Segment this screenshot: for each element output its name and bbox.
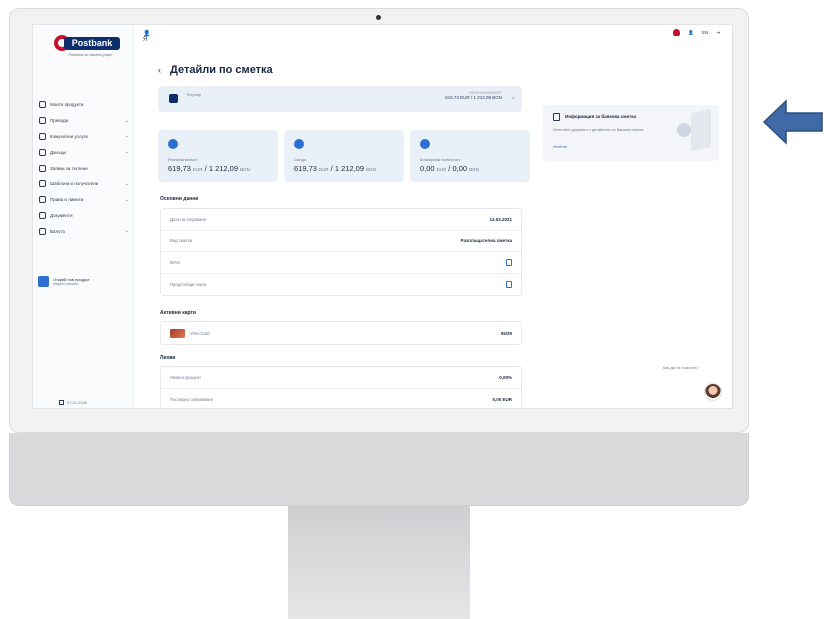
profile-icon[interactable]: 👤 (688, 30, 694, 36)
templates-icon (39, 180, 46, 188)
promo-new-product[interactable]: Открий нов продукт Изцяло онлайн (38, 271, 126, 291)
withdraw-icon (39, 164, 46, 172)
monitor-stand (288, 506, 470, 619)
page-title: Детайли по сметка (170, 64, 273, 76)
table-row[interactable]: Предстоящи такси (161, 274, 521, 296)
balance-icon (294, 139, 304, 149)
logout-icon[interactable]: ⇥ (716, 30, 720, 36)
table-row: Последно олихвяване 0,00 EUR (170, 396, 512, 402)
chat-prompt[interactable]: Как да ти помогна? (663, 365, 699, 370)
currency-icon (39, 227, 46, 235)
chevron-down-icon[interactable]: ⌄ (511, 94, 516, 101)
balance-card-blocked: Блокирана наличност 0,00 EUR / 0,00 BGN (410, 130, 530, 182)
documents-icon (39, 211, 46, 219)
download-link[interactable]: Изтегли (553, 145, 567, 149)
products-icon (39, 101, 46, 109)
card-icon (170, 328, 185, 338)
basic-data-table: Дата на откриване 12.03.2021 Вид сметка Ра… (160, 208, 522, 296)
pointer-arrow-icon (762, 99, 823, 145)
balance-cards: Разполагаемост 619,73 EUR / 1 212,09 BGN… (158, 130, 530, 182)
table-row: Вид сметка Разплащателна сметка (161, 231, 521, 252)
monitor-chin (9, 433, 749, 506)
balance-card-balance: Салдо 619,73 EUR / 1 212,09 BGN (284, 130, 404, 182)
sidebar-nav: Моите продукти Преводи ⌄ Комунални услуги… (39, 97, 131, 239)
card-item[interactable]: VISA Card 05/29 (161, 322, 521, 344)
sidebar-item-transfers[interactable]: Преводи ⌄ (39, 113, 131, 129)
table-row: Лихвен процент 0,00% (161, 367, 521, 389)
account-icon (169, 94, 178, 103)
page-header: ‹ Детайли по сметка (158, 64, 273, 76)
document-icon (553, 113, 560, 121)
brand-name: Postbank (64, 37, 120, 50)
account-available: РАЗПОЛАГАЕМОСТ 619,73 EUR / 1 212,09 BGN (445, 91, 502, 100)
table-row: IBAN (161, 252, 521, 274)
chevron-down-icon: ⌄ (124, 117, 129, 124)
topbar: 👤 Я 👤 EN ⇥ (134, 25, 732, 43)
chevron-down-icon: ⌄ (124, 133, 129, 140)
transfer-icon (39, 117, 46, 125)
chevron-down-icon: ⌄ (124, 149, 129, 156)
date-chip: 07.01.2026 (59, 400, 87, 405)
topbar-actions: 👤 EN ⇥ (673, 29, 720, 36)
chevron-down-icon: ⌄ (124, 196, 129, 203)
account-selector[interactable]: Титуляр РАЗПОЛАГАЕМОСТ 619,73 EUR / 1 21… (158, 86, 522, 112)
chat-avatar[interactable] (704, 383, 722, 401)
rights-icon (39, 196, 46, 204)
promo-subtitle: Изцяло онлайн (53, 281, 78, 286)
camera-dot (376, 15, 381, 20)
notification-icon[interactable] (673, 29, 681, 36)
logo[interactable]: Postbank Решения за твоето утре (50, 35, 120, 61)
active-cards-list: VISA Card 05/29 (160, 321, 522, 345)
wallet-icon (168, 139, 178, 149)
sidebar-item-currency[interactable]: Валута ⌄ (39, 223, 131, 239)
info-card-statement[interactable]: Информация за банкова сметка Изтеглете д… (543, 105, 719, 161)
balance-card-available: Разполагаемост 619,73 EUR / 1 212,09 BGN (158, 130, 278, 182)
plus-icon (38, 275, 49, 287)
language-switch[interactable]: EN (702, 30, 708, 35)
table-row: Дата на откриване 12.03.2021 (161, 209, 521, 231)
sidebar-item-withdrawals[interactable]: Заявки за теглене (39, 160, 131, 176)
lock-icon (420, 139, 430, 149)
current-date: 07.01.2026 (67, 400, 88, 405)
section-basic-data: Основни данни (160, 196, 199, 202)
utilities-icon (39, 132, 46, 140)
sidebar: Postbank Решения за твоето утре Моите пр… (33, 25, 134, 408)
document-icon[interactable] (506, 280, 512, 288)
back-icon[interactable]: ‹ (158, 65, 161, 75)
copy-icon[interactable] (506, 258, 512, 266)
sidebar-item-documents[interactable]: Документи (39, 208, 131, 224)
section-active-cards: Активни карти (160, 310, 196, 316)
sidebar-item-utilities[interactable]: Комунални услуги ⌄ (39, 129, 131, 145)
chevron-down-icon: ⌄ (124, 180, 129, 187)
sidebar-item-templates[interactable]: Шаблони и получатели ⌄ (39, 176, 131, 192)
app-screen: Postbank Решения за твоето утре Моите пр… (32, 24, 733, 409)
user-menu[interactable]: 👤 Я (143, 30, 151, 43)
chevron-down-icon: ⌄ (124, 228, 129, 235)
brand-tagline: Решения за твоето утре (68, 53, 112, 57)
sidebar-item-taxes[interactable]: Данъци ⌄ (39, 144, 131, 160)
calendar-icon (59, 400, 64, 405)
sidebar-item-my-products[interactable]: Моите продукти (39, 97, 131, 113)
main-content: ‹ Детайли по сметка Титуляр РАЗПОЛАГАЕМО… (134, 42, 534, 408)
sidebar-item-rights-limits[interactable]: Права и лимити ⌄ (39, 192, 131, 208)
stage: Postbank Решения за твоето утре Моите пр… (0, 0, 824, 619)
taxes-icon (39, 148, 46, 156)
account-name: Титуляр (186, 92, 202, 97)
interest-table: Лихвен процент 0,00% Последно олихвяване 0… (160, 366, 522, 408)
download-illustration-icon (677, 108, 711, 152)
section-interest: Лихви (160, 355, 176, 361)
